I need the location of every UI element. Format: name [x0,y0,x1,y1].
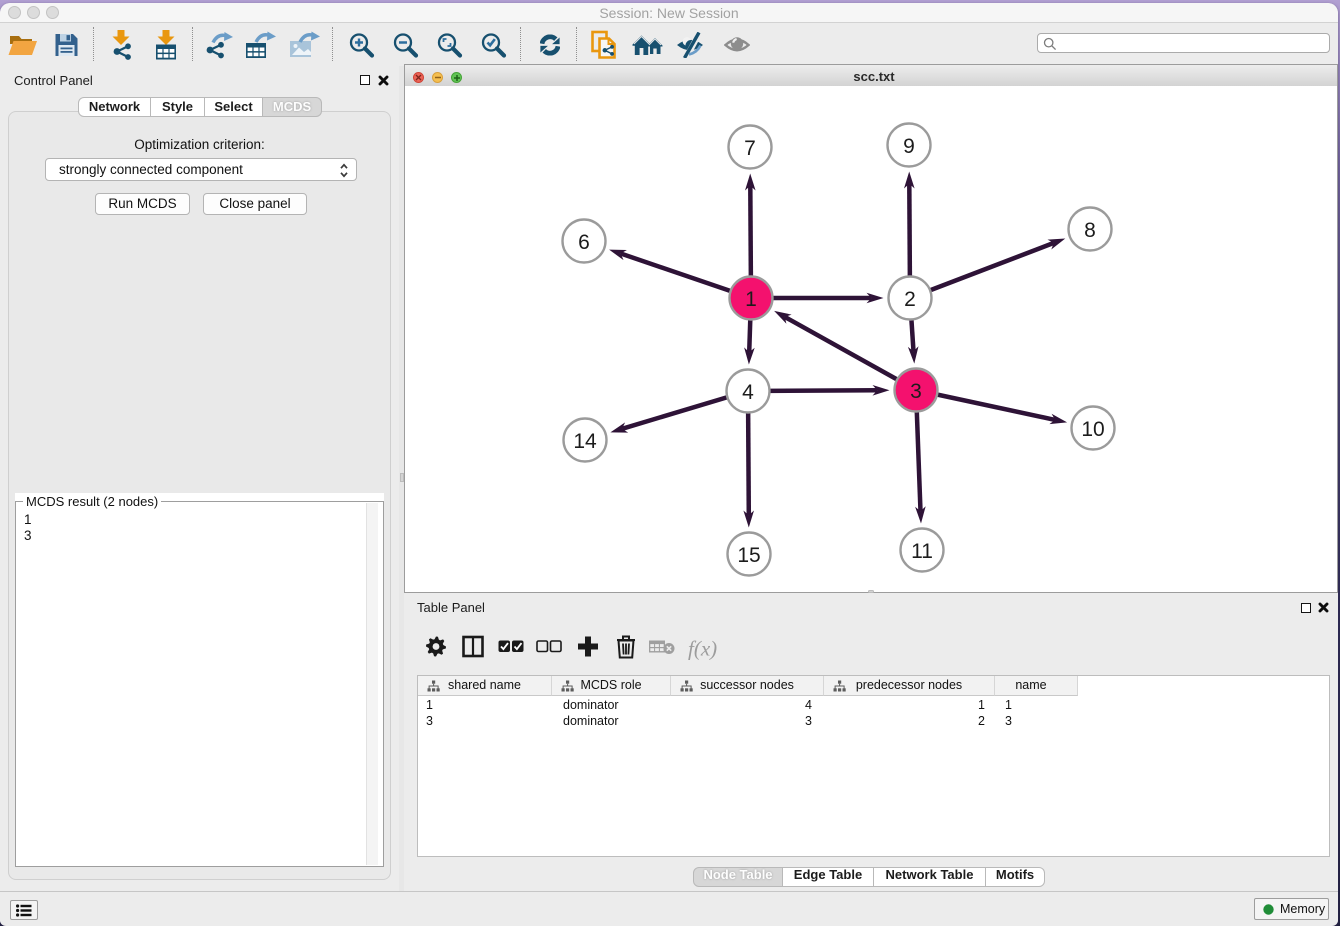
svg-text:4: 4 [742,381,754,404]
svg-text:6: 6 [578,231,590,254]
svg-text:3: 3 [910,380,922,403]
svg-text:1: 1 [745,288,757,311]
svg-text:7: 7 [744,137,756,160]
svg-text:2: 2 [904,288,916,311]
svg-text:14: 14 [573,430,597,453]
svg-text:9: 9 [903,135,915,158]
svg-text:10: 10 [1081,418,1104,441]
svg-text:11: 11 [911,540,933,563]
svg-text:8: 8 [1084,219,1096,242]
svg-text:15: 15 [737,544,760,567]
